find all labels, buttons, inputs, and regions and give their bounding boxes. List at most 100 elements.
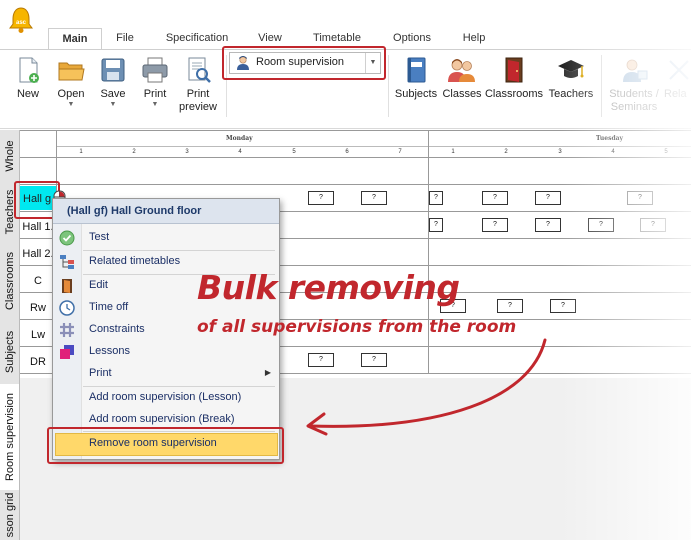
- side-tab-lesson-grid[interactable]: sson grid: [0, 490, 19, 540]
- period-label: 6: [345, 149, 349, 155]
- supervision-cell[interactable]: ?: [535, 218, 561, 232]
- related-label: Rela: [664, 88, 687, 100]
- students-label-line2: Seminars: [610, 101, 658, 113]
- period-label: 2: [504, 149, 508, 155]
- supervision-cell[interactable]: ?: [588, 218, 614, 232]
- side-tab-lesson-grid-label: sson grid: [3, 492, 16, 538]
- menu-item-constraints-label: Constraints: [89, 323, 145, 335]
- period-label: 3: [185, 149, 189, 155]
- menu-item-add-lesson-label: Add room supervision (Lesson): [89, 391, 242, 403]
- student-person-icon: [623, 59, 648, 82]
- side-tab-classrooms[interactable]: Classrooms: [0, 242, 19, 321]
- app-menu-bell-icon[interactable]: asc: [6, 5, 36, 35]
- tab-help[interactable]: Help: [452, 28, 496, 48]
- period-label: 1: [79, 149, 83, 155]
- save-dropdown-arrow[interactable]: ▼: [95, 101, 131, 109]
- print-label: Print: [143, 88, 167, 100]
- context-menu-title: (Hall gf) Hall Ground floor: [67, 205, 202, 217]
- supervision-cell[interactable]: ?: [429, 191, 443, 205]
- menu-item-test[interactable]: Test: [53, 227, 279, 249]
- row-header-dr[interactable]: DR: [20, 356, 56, 368]
- door-edit-icon: [62, 279, 72, 293]
- save-button[interactable]: Save ▼: [95, 55, 131, 115]
- row-header-rw[interactable]: Rw: [20, 302, 56, 314]
- related-tree-icon: [60, 255, 74, 269]
- period-label: 4: [611, 149, 615, 155]
- side-tab-room-supervision[interactable]: Room supervision: [0, 384, 19, 491]
- menu-item-add-room-supervision-lesson[interactable]: Add room supervision (Lesson): [53, 387, 279, 409]
- row-header-hall-2[interactable]: Hall 2.: [20, 248, 56, 260]
- supervision-cell[interactable]: ?: [482, 218, 508, 232]
- new-document-icon: [19, 57, 39, 83]
- tab-specification[interactable]: Specification: [154, 28, 240, 48]
- ribbon: asc Main File Specification View Timetab…: [0, 0, 691, 129]
- supervision-cell[interactable]: ?: [535, 191, 561, 205]
- side-tab-subjects[interactable]: Subjects: [0, 320, 19, 385]
- supervision-cell[interactable]: ?: [497, 299, 523, 313]
- save-label: Save: [100, 88, 126, 100]
- menu-item-lessons[interactable]: Lessons: [53, 341, 279, 363]
- supervision-cell[interactable]: ?: [482, 191, 508, 205]
- tab-options[interactable]: Options: [380, 28, 444, 48]
- row-header-hall-1[interactable]: Hall 1.: [20, 221, 56, 233]
- print-preview-label-line2: preview: [179, 101, 217, 113]
- subjects-button[interactable]: Subjects: [393, 55, 439, 115]
- students-seminars-button[interactable]: Students / Seminars: [604, 55, 664, 115]
- related-button[interactable]: Rela: [664, 55, 691, 115]
- new-label: New: [16, 88, 39, 100]
- side-tab-subjects-label: Subjects: [3, 330, 16, 374]
- tab-main[interactable]: Main: [48, 28, 102, 50]
- side-tab-whole[interactable]: Whole: [0, 130, 19, 183]
- period-label: 5: [664, 149, 668, 155]
- row-header-c[interactable]: C: [20, 275, 56, 287]
- period-label: 4: [238, 149, 242, 155]
- menu-item-edit-label: Edit: [89, 279, 108, 291]
- day-label-tuesday: Tuesday: [596, 135, 624, 142]
- teachers-label: Teachers: [548, 88, 594, 100]
- menu-item-lessons-label: Lessons: [89, 345, 130, 357]
- context-menu-header: (Hall gf) Hall Ground floor: [53, 199, 279, 224]
- ribbon-separator: [601, 55, 602, 117]
- menu-item-time-off-label: Time off: [89, 301, 129, 313]
- annotation-title: Bulk removing: [197, 268, 460, 307]
- menu-item-related-timetables-label: Related timetables: [89, 255, 181, 267]
- period-label: 5: [292, 149, 296, 155]
- day-label-monday: Monday: [226, 135, 253, 142]
- tab-file[interactable]: File: [106, 28, 144, 48]
- print-preview-button[interactable]: Print preview: [176, 55, 220, 115]
- print-button[interactable]: Print ▼: [137, 55, 173, 115]
- period-label: 1: [451, 149, 455, 155]
- supervision-cell[interactable]: ?: [627, 191, 653, 205]
- print-preview-label: Print preview: [176, 88, 220, 114]
- supervision-cell[interactable]: ?: [308, 191, 334, 205]
- tab-view[interactable]: View: [247, 28, 293, 48]
- folder-icon: [58, 62, 85, 81]
- row-header-lw[interactable]: Lw: [20, 329, 56, 341]
- classes-label: Classes: [442, 88, 482, 100]
- annotation-arrow-icon: [306, 338, 547, 436]
- open-dropdown-arrow[interactable]: ▼: [52, 101, 90, 109]
- remove-highlight-frame: [47, 427, 284, 464]
- lessons-cards-icon: [60, 345, 74, 359]
- menu-item-test-label: Test: [89, 231, 110, 243]
- supervision-cell[interactable]: ?: [550, 299, 576, 313]
- teachers-button[interactable]: Teachers: [546, 55, 596, 115]
- classes-button[interactable]: Classes: [441, 55, 483, 115]
- new-button[interactable]: New: [10, 55, 46, 115]
- side-tab-room-supervision-label: Room supervision: [3, 392, 16, 482]
- print-preview-icon: [188, 57, 211, 83]
- printer-icon: [142, 57, 168, 83]
- classrooms-button[interactable]: Classrooms: [484, 55, 544, 115]
- supervision-cell[interactable]: ?: [640, 218, 666, 232]
- tab-timetable[interactable]: Timetable: [302, 28, 372, 48]
- ribbon-separator: [388, 55, 389, 117]
- menu-item-print[interactable]: Print ▶: [53, 363, 279, 385]
- clock-icon: [59, 300, 75, 316]
- menu-item-add-break-label: Add room supervision (Break): [89, 413, 235, 425]
- print-dropdown-arrow[interactable]: ▼: [137, 101, 173, 109]
- open-button[interactable]: Open ▼: [52, 55, 90, 115]
- supervision-cell[interactable]: ?: [361, 191, 387, 205]
- door-icon: [505, 57, 523, 83]
- supervision-cell[interactable]: ?: [429, 218, 443, 232]
- check-circle-icon: [59, 230, 75, 246]
